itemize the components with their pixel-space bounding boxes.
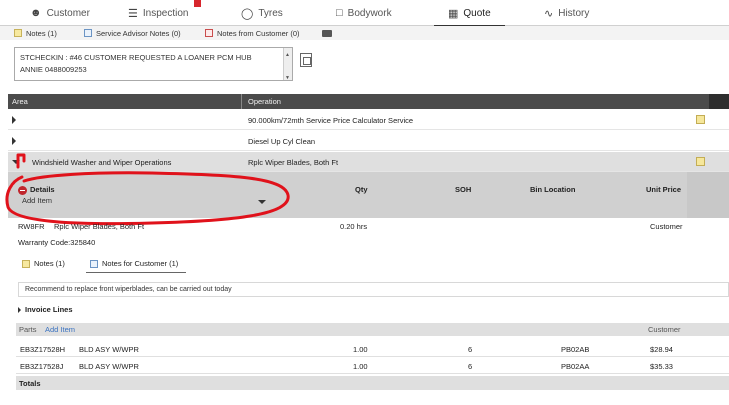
notification-badge [194,0,201,7]
operations-grid-header: Area Operation [8,94,729,109]
tab-service-advisor-notes[interactable]: Service Advisor Notes (0) [84,27,181,39]
tab-tyres[interactable]: ◯ Tyres [241,0,283,26]
tab-customer[interactable]: ☻ Customer [30,0,90,26]
part-row[interactable]: EB3Z17528J BLD ASY W/WPR 1.00 6 PB02AA $… [16,357,729,374]
person-icon: ☻ [30,7,42,19]
note-icon[interactable] [696,157,705,166]
line-notes-tabs: Notes (1) Notes for Customer (1) [18,256,188,274]
note-icon [205,29,213,37]
notes-tab-row: Notes (1) Service Advisor Notes (0) Note… [0,26,729,40]
tab-line-notes[interactable]: Notes (1) [22,259,65,268]
expand-icon [18,307,21,313]
operation-row[interactable]: Diesel Up Cyl Clean [8,131,729,151]
car-body-icon: □ [336,7,343,19]
top-nav: ☻ Customer ☰ Inspection ◯ Tyres □ Bodywo… [0,0,729,27]
camera-icon[interactable] [322,27,332,39]
scroll-down-icon[interactable]: ▼ [285,72,290,84]
tab-bodywork[interactable]: □ Bodywork [336,0,392,26]
note-icon [22,259,30,268]
tab-notes[interactable]: Notes (1) [14,27,57,39]
scrollbar[interactable]: ▲ ▼ [283,48,292,81]
chart-line-icon: ∿ [544,7,554,20]
invoice-lines-toggle[interactable]: Invoice Lines [8,305,729,317]
notes-textarea[interactable]: STCHECKIN : #46 CUSTOMER REQUESTED A LOA… [14,47,293,81]
part-row[interactable]: EB3Z17528H BLD ASY W/WPR 1.00 6 PB02AB $… [16,340,729,357]
tab-notes-from-customer[interactable]: Notes from Customer (0) [205,27,300,39]
tyre-icon: ◯ [241,7,254,20]
parts-header: Parts Add Item Customer [16,323,729,336]
tab-quote[interactable]: ▦ Quote [434,0,505,27]
scroll-up-icon[interactable]: ▲ [285,49,290,61]
note-icon[interactable] [696,115,705,124]
expand-icon[interactable] [12,137,16,145]
warranty-code: Warranty Code:325840 [18,238,96,247]
labour-line[interactable]: RW8FR Rplc Wiper Blades, Both Ft 0.20 hr… [8,218,729,234]
tab-notes-for-customer[interactable]: Notes for Customer (1) [85,259,187,273]
note-icon [84,29,92,37]
note-icon [14,29,22,37]
list-icon: ☰ [128,7,138,20]
copy-icon[interactable] [300,53,312,67]
tab-history[interactable]: ∿ History [544,0,589,26]
tab-inspection[interactable]: ☰ Inspection [128,0,201,26]
expand-icon[interactable] [12,116,16,124]
operation-row[interactable]: 90.000km/72mth Service Price Calculator … [8,110,729,130]
qr-icon: ▦ [448,7,459,20]
totals-row: Totals [16,376,729,390]
customer-note-text[interactable]: Recommend to replace front wiperblades, … [18,282,729,297]
add-part-link[interactable]: Add Item [45,325,75,334]
note-icon [90,259,98,268]
